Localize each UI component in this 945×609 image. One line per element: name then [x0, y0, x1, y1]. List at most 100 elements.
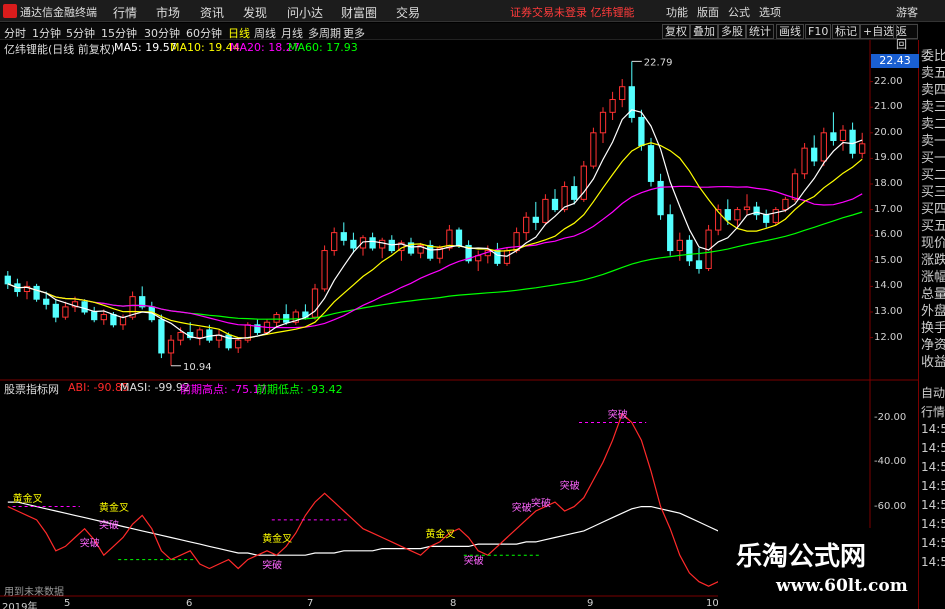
candle-body — [734, 209, 741, 221]
candle-body — [235, 339, 242, 349]
site-watermark: 乐淘公式网 www.60lt.com — [718, 528, 918, 609]
breakout-signal: 突破 — [512, 501, 532, 514]
candle-body — [590, 132, 597, 167]
guest-label[interactable]: 游客 — [896, 4, 918, 20]
candle-body — [772, 209, 779, 223]
high-marker-label: 22.79 — [644, 57, 673, 68]
breakout-signal: 突破 — [262, 558, 282, 571]
add-watchlist-button[interactable]: +自选 — [860, 24, 898, 39]
candle-body — [331, 232, 338, 252]
candle-body — [724, 209, 731, 221]
period-timeshare[interactable]: 分时 — [4, 25, 26, 41]
candle-body — [62, 306, 69, 318]
overlay-button[interactable]: 叠加 — [690, 24, 718, 39]
candle-body — [695, 260, 703, 269]
candle-body — [830, 132, 837, 141]
price-tick-label: 14.00 — [874, 280, 903, 292]
candle-body — [359, 237, 367, 249]
tick-list-item[interactable]: 14:5 — [921, 536, 945, 550]
menu-wealth[interactable]: 财富圈 — [341, 4, 377, 21]
stats-button[interactable]: 统计 — [746, 24, 774, 39]
multi-stock-button[interactable]: 多股 — [718, 24, 746, 39]
golden-cross-signal: 黄金叉 — [99, 501, 129, 514]
candle-body — [763, 214, 770, 223]
menu-xiaoda[interactable]: 问小达 — [287, 4, 323, 21]
price-tick-label: 16.00 — [874, 229, 903, 241]
price-tick-label: 21.00 — [874, 101, 903, 113]
tick-list-item[interactable]: 14:5 — [921, 422, 945, 436]
menu-trade[interactable]: 交易 — [396, 4, 420, 21]
candle-body — [647, 145, 655, 182]
candle-body — [100, 314, 107, 321]
tick-list-item[interactable]: 14:5 — [921, 555, 945, 569]
candle-body — [503, 250, 511, 264]
tick-list-item[interactable]: 14:5 — [921, 460, 945, 474]
f10-button[interactable]: F10 — [805, 24, 832, 39]
candle-body — [177, 331, 184, 341]
top-menubar: 通达信金融终端 行情 市场 资讯 发现 问小达 财富圈 交易 证券交易未登录 亿… — [0, 0, 945, 22]
menu-discover[interactable]: 发现 — [243, 4, 267, 21]
candle-body — [571, 186, 578, 200]
period-1min[interactable]: 1分钟 — [32, 25, 61, 41]
tick-list-item[interactable]: 行情 — [921, 403, 945, 420]
candle-body — [820, 132, 827, 162]
menu-function[interactable]: 功能 — [666, 4, 688, 20]
mark-button[interactable]: 标记 — [832, 24, 860, 39]
menu-formula[interactable]: 公式 — [728, 4, 750, 20]
prev-high-value: 前期高点: -75.17 — [180, 383, 267, 396]
candle-body — [350, 239, 357, 249]
indicator-name: 股票指标网 — [4, 383, 59, 396]
app-logo-icon — [3, 4, 17, 18]
period-monthly[interactable]: 月线 — [281, 25, 303, 41]
breakout-signal: 突破 — [99, 519, 119, 532]
candle-body — [321, 250, 328, 290]
breakout-signal: 突破 — [464, 554, 484, 567]
future-data-note: 用到未来数据 — [4, 587, 64, 598]
menu-options[interactable]: 选项 — [759, 4, 781, 20]
period-more[interactable]: 更多 — [343, 25, 365, 41]
menu-market[interactable]: 市场 — [156, 4, 180, 21]
tick-list-item[interactable]: 14:5 — [921, 517, 945, 531]
x-label-oct: 10 — [706, 598, 719, 609]
candle-body — [91, 311, 98, 321]
menu-quotes[interactable]: 行情 — [113, 4, 137, 21]
candle-body — [52, 303, 59, 318]
tick-list-item[interactable]: 自动 — [921, 384, 945, 401]
login-alert[interactable]: 证券交易未登录 亿纬锂能 — [510, 4, 635, 20]
menu-news[interactable]: 资讯 — [200, 4, 224, 21]
candle-body — [609, 99, 616, 113]
draw-line-button[interactable]: 画线 — [776, 24, 804, 39]
period-30min[interactable]: 30分钟 — [144, 25, 180, 41]
candle-body — [196, 329, 203, 339]
candle-body — [167, 339, 175, 354]
candle-body — [340, 232, 347, 241]
adjust-button[interactable]: 复权 — [662, 24, 690, 39]
ma60-line — [7, 211, 863, 320]
quote-field-label[interactable]: 收益 — [921, 351, 945, 370]
candle-body — [273, 314, 280, 323]
prev-low-value: 前期低点: -93.42 — [256, 383, 343, 396]
period-daily[interactable]: 日线 — [228, 25, 250, 41]
candle-body — [753, 206, 760, 216]
price-tick-label: 15.00 — [874, 254, 903, 266]
period-multi[interactable]: 多周期 — [308, 25, 341, 41]
candle-body — [494, 250, 501, 264]
candle-body — [599, 111, 607, 134]
tick-list-item[interactable]: 14:5 — [921, 479, 945, 493]
indicator-tick-label: -60.00 — [874, 500, 907, 512]
kline-chart[interactable]: 22.7910.94黄金叉黄金叉突破突破黄金叉突破黄金叉突破突破突破突破突破黄金… — [0, 40, 918, 609]
candle-body — [33, 285, 40, 300]
candle-body — [801, 147, 808, 175]
period-toolbar: 分时 1分钟 5分钟 15分钟 30分钟 60分钟 日线 周线 月线 多周期 更… — [0, 23, 918, 51]
period-60min[interactable]: 60分钟 — [186, 25, 222, 41]
tick-list-item[interactable]: 14:5 — [921, 498, 945, 512]
period-weekly[interactable]: 周线 — [254, 25, 276, 41]
tick-list-item[interactable]: 14:5 — [921, 441, 945, 455]
candle-body — [523, 216, 530, 234]
menu-layout[interactable]: 版面 — [697, 4, 719, 20]
back-button[interactable]: 返回 — [893, 24, 918, 51]
candle-body — [455, 229, 463, 246]
ma20-line — [7, 185, 863, 329]
period-15min[interactable]: 15分钟 — [101, 25, 137, 41]
period-5min[interactable]: 5分钟 — [66, 25, 95, 41]
